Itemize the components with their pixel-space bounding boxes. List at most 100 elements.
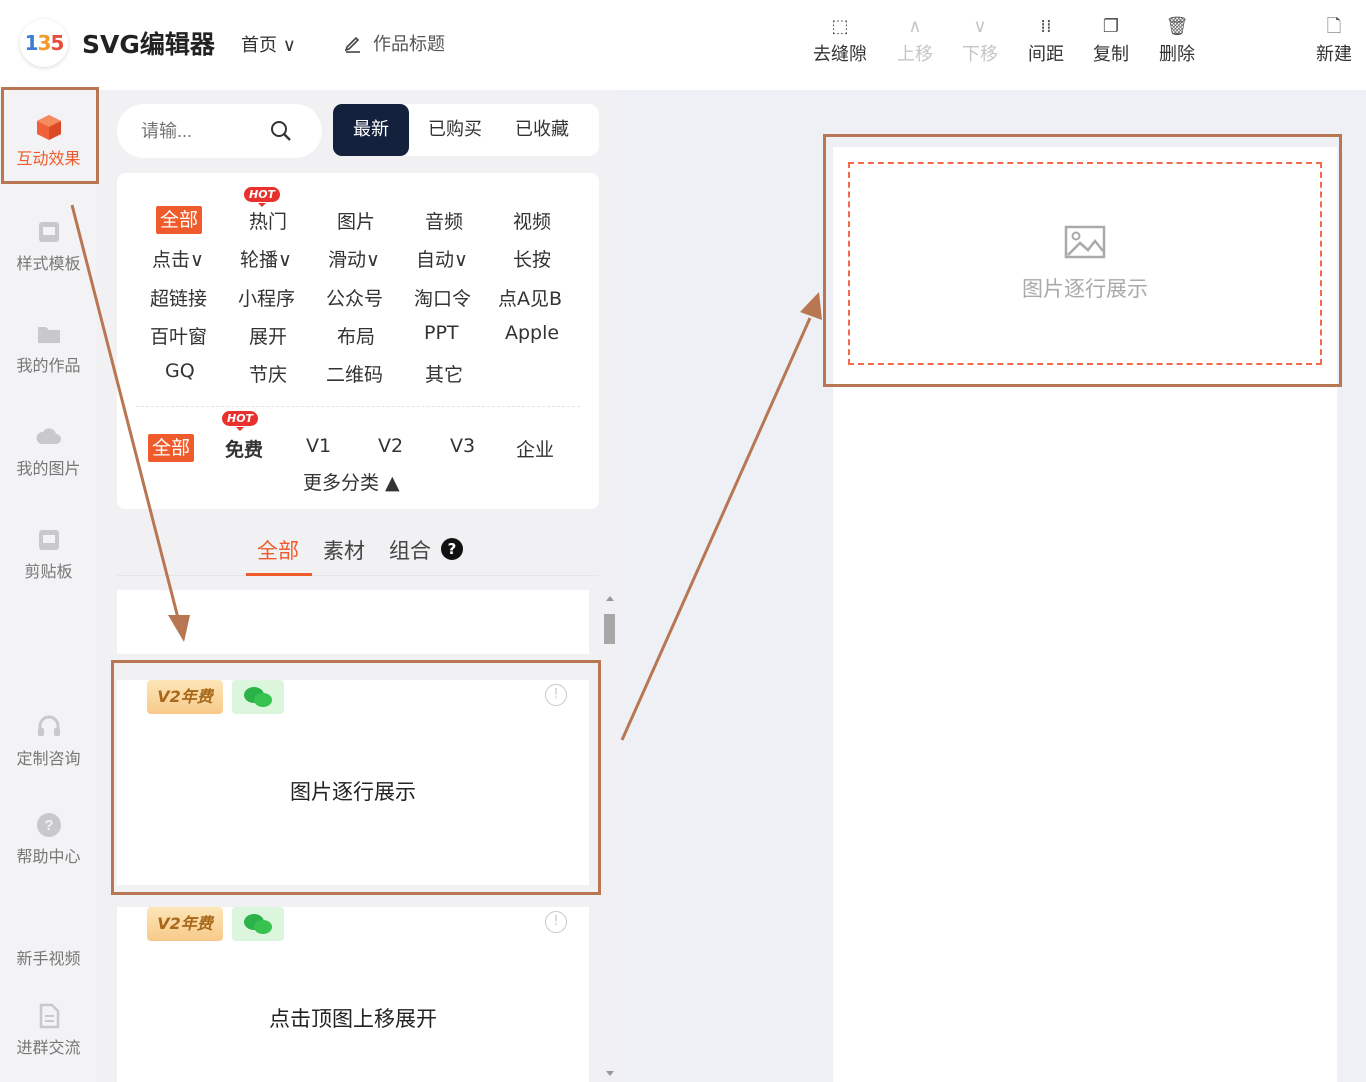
arrow-up-icon: ∧ (908, 16, 922, 37)
sidebar-item-tutorial-videos[interactable]: 新手视频 (0, 945, 97, 969)
cube-icon (36, 115, 61, 140)
search-icon[interactable] (270, 120, 292, 142)
category-slide[interactable]: 滑动∨ (328, 245, 380, 272)
category-audio[interactable]: 音频 (425, 207, 463, 234)
tab-purchased[interactable]: 已购买 (409, 104, 501, 156)
delete-button[interactable]: 🗑︎ 删除 (1147, 14, 1207, 66)
nav-home-label: 首页 (241, 35, 277, 56)
version-enterprise[interactable]: 企业 (516, 435, 554, 462)
trash-icon: 🗑︎ (1165, 16, 1189, 37)
template-card[interactable]: V2年费 ! 点击顶图上移展开 (117, 907, 589, 1082)
category-qr-code[interactable]: 二维码 (326, 360, 383, 387)
logo[interactable]: 135 (20, 19, 68, 67)
version-v1[interactable]: V1 (306, 435, 331, 457)
category-long-press[interactable]: 长按 (513, 245, 551, 272)
nav-home-dropdown[interactable]: 首页 ∨ (241, 31, 296, 57)
hot-badge: HOT (222, 411, 259, 431)
scroll-down-arrow[interactable] (606, 1071, 614, 1076)
sidebar-item-style-templates[interactable]: 样式模板 (0, 218, 97, 274)
category-expand[interactable]: 展开 (249, 322, 287, 349)
tab-favorites[interactable]: 已收藏 (501, 104, 588, 156)
version-v3[interactable]: V3 (450, 435, 475, 457)
tab-type-material[interactable]: 素材 (323, 535, 365, 565)
tab-latest[interactable]: 最新 (333, 104, 409, 156)
category-taobao-code[interactable]: 淘口令 (414, 284, 471, 311)
search-input[interactable] (141, 120, 261, 142)
template-icon (38, 222, 59, 242)
work-title-label: 作品标题 (373, 34, 445, 55)
category-other[interactable]: 其它 (425, 360, 463, 387)
version-all[interactable]: 全部 (148, 434, 195, 462)
search-box[interactable] (117, 104, 322, 158)
tab-type-combo[interactable]: 组合 (389, 535, 431, 565)
category-blinds[interactable]: 百叶窗 (150, 322, 207, 349)
help-icon[interactable]: ? (441, 538, 463, 560)
sidebar-item-my-works[interactable]: 我的作品 (0, 320, 97, 376)
template-card-partial[interactable] (117, 590, 589, 654)
gap-icon: ⬚ (831, 16, 849, 37)
scroll-thumb[interactable] (604, 614, 615, 644)
image-placeholder[interactable]: 图片逐行展示 (848, 162, 1322, 365)
category-video[interactable]: 视频 (513, 207, 551, 234)
spacing-label: 间距 (1028, 44, 1064, 65)
version-free[interactable]: 免费 (225, 435, 263, 462)
tab-type-all[interactable]: 全部 (257, 535, 299, 565)
help-icon: ? (36, 813, 61, 837)
clipboard-icon (38, 530, 59, 550)
v2-annual-badge: V2年费 (147, 680, 223, 714)
list-scrollbar[interactable] (603, 590, 617, 1082)
scroll-up-arrow[interactable] (606, 596, 614, 601)
category-all[interactable]: 全部 (156, 206, 203, 234)
category-carousel[interactable]: 轮播∨ (240, 245, 292, 272)
remove-gap-button[interactable]: ⬚ 去缝隙 (810, 14, 870, 66)
new-button[interactable]: 🗋︎ 新建 (1304, 14, 1364, 66)
category-mini-program[interactable]: 小程序 (238, 284, 295, 311)
move-down-label: 下移 (962, 44, 998, 65)
headset-icon (37, 715, 60, 736)
svg-text:?: ? (44, 817, 53, 834)
sidebar-item-interactive-effects[interactable]: 互动效果 (0, 113, 97, 169)
sidebar-item-label: 我的作品 (16, 356, 81, 375)
category-official-account[interactable]: 公众号 (326, 284, 383, 311)
sidebar-item-clipboard[interactable]: 剪贴板 (0, 526, 97, 582)
version-v2[interactable]: V2 (378, 435, 403, 457)
category-click[interactable]: 点击∨ (152, 245, 204, 272)
spacing-button[interactable]: ⁞⁞ 间距 (1016, 14, 1076, 66)
copy-label: 复制 (1093, 44, 1129, 65)
category-divider (136, 406, 580, 407)
info-icon[interactable]: ! (545, 911, 567, 933)
category-apple[interactable]: Apple (505, 322, 559, 344)
category-gq[interactable]: GQ (165, 360, 195, 382)
category-ppt[interactable]: PPT (424, 322, 459, 344)
wechat-icon (232, 907, 284, 941)
work-title-button[interactable]: 作品标题 (343, 30, 445, 56)
sidebar-item-help-center[interactable]: ? 帮助中心 (0, 811, 97, 867)
wechat-icon (232, 680, 284, 714)
copy-button[interactable]: ❐ 复制 (1081, 14, 1141, 66)
category-click-a-show-b[interactable]: 点A见B (498, 284, 562, 311)
active-tab-underline (246, 573, 312, 576)
app-root: 135 SVG编辑器 首页 ∨ 作品标题 ⬚ 去缝隙 ∧ 上移 ∨ 下移 ⁞⁞ (0, 0, 1366, 1082)
move-up-button[interactable]: ∧ 上移 (885, 14, 945, 66)
category-hyperlink[interactable]: 超链接 (150, 284, 207, 311)
more-categories-toggle[interactable]: 更多分类 ▲ (303, 468, 400, 495)
template-card[interactable]: V2年费 ! 图片逐行展示 (117, 680, 589, 885)
category-hot[interactable]: 热门 (249, 207, 287, 234)
folder-icon (37, 327, 60, 343)
placeholder-label: 图片逐行展示 (1022, 276, 1148, 301)
delete-label: 删除 (1159, 44, 1195, 65)
info-icon[interactable]: ! (545, 684, 567, 706)
move-down-button[interactable]: ∨ 下移 (950, 14, 1010, 66)
cloud-icon (35, 428, 61, 444)
pencil-icon (344, 36, 360, 53)
sidebar-item-label: 新手视频 (16, 949, 81, 968)
category-layout[interactable]: 布局 (337, 322, 375, 349)
category-auto[interactable]: 自动∨ (416, 245, 468, 272)
sidebar-item-label: 进群交流 (16, 1038, 81, 1057)
sidebar-item-join-group[interactable]: 进群交流 (0, 1002, 97, 1058)
category-image[interactable]: 图片 (337, 207, 375, 234)
sidebar-item-custom-consult[interactable]: 定制咨询 (0, 713, 97, 769)
sidebar-item-my-images[interactable]: 我的图片 (0, 423, 97, 479)
category-festival[interactable]: 节庆 (249, 360, 287, 387)
move-up-label: 上移 (897, 44, 933, 65)
